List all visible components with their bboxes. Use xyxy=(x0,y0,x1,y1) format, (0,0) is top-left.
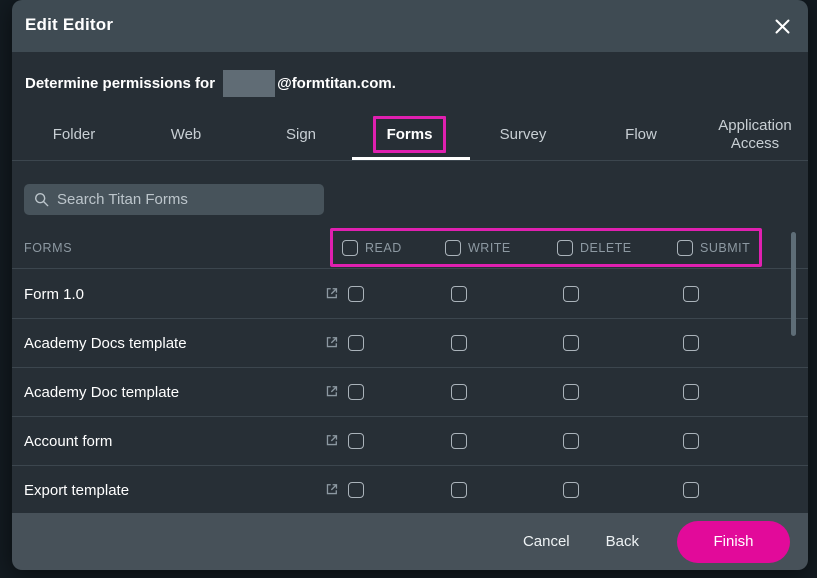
permission-header-delete[interactable]: DELETE xyxy=(557,240,632,256)
active-tab-underline xyxy=(352,157,470,160)
form-name: Export template xyxy=(24,466,129,513)
form-name: Academy Doc template xyxy=(24,368,179,417)
finish-button[interactable]: Finish xyxy=(677,521,790,563)
submit-checkbox[interactable] xyxy=(683,384,699,400)
write-checkbox[interactable] xyxy=(451,482,467,498)
form-name: Account form xyxy=(24,417,112,466)
external-link-icon[interactable] xyxy=(324,384,339,399)
write-checkbox[interactable] xyxy=(451,433,467,449)
tab-forms[interactable]: Forms xyxy=(373,116,446,153)
submit-checkbox[interactable] xyxy=(683,286,699,302)
dialog-title: Edit Editor xyxy=(25,15,113,35)
tab-sign[interactable]: Sign xyxy=(252,108,350,161)
tab-survey[interactable]: Survey xyxy=(474,108,572,161)
read-checkbox[interactable] xyxy=(348,384,364,400)
external-link-icon[interactable] xyxy=(324,335,339,350)
tab-bar: Folder Web Sign Forms Survey FlowApplication … xyxy=(12,108,808,161)
permission-header-write[interactable]: WRITE xyxy=(445,240,511,256)
table-row: Form 1.0 xyxy=(12,270,808,319)
edit-editor-dialog: Edit Editor Determine permissions for @f… xyxy=(12,0,808,570)
table-row: Academy Doc template xyxy=(12,368,808,417)
table-header-row: FORMS READ WRITE DELETE SUBMIT xyxy=(12,230,808,269)
external-link-icon[interactable] xyxy=(324,286,339,301)
tab-folder[interactable]: Folder xyxy=(25,108,123,161)
delete-checkbox[interactable] xyxy=(563,433,579,449)
search-input[interactable] xyxy=(57,191,314,208)
read-checkbox[interactable] xyxy=(348,433,364,449)
search-box[interactable] xyxy=(24,184,324,215)
dialog-titlebar: Edit Editor xyxy=(12,0,808,52)
tab-flow[interactable]: Flow xyxy=(592,108,690,161)
write-checkbox[interactable] xyxy=(451,384,467,400)
tab-web[interactable]: Web xyxy=(137,108,235,161)
table-row: Export template xyxy=(12,466,808,513)
permission-header-label: READ xyxy=(365,241,402,255)
submit-checkbox[interactable] xyxy=(683,433,699,449)
forms-column-header: FORMS xyxy=(24,241,72,255)
form-name: Form 1.0 xyxy=(24,270,84,319)
subtitle-prefix: Determine permissions for xyxy=(25,75,215,92)
permission-header-submit[interactable]: SUBMIT xyxy=(677,240,750,256)
close-icon[interactable] xyxy=(766,10,798,42)
dialog-footer: Cancel Back Finish xyxy=(12,513,808,570)
select-all-delete-checkbox[interactable] xyxy=(557,240,573,256)
read-checkbox[interactable] xyxy=(348,335,364,351)
table-row: Account form xyxy=(12,417,808,466)
back-button[interactable]: Back xyxy=(588,525,657,558)
select-all-submit-checkbox[interactable] xyxy=(677,240,693,256)
read-checkbox[interactable] xyxy=(348,482,364,498)
write-checkbox[interactable] xyxy=(451,286,467,302)
screen: Edit Editor Determine permissions for @f… xyxy=(0,0,817,578)
select-all-read-checkbox[interactable] xyxy=(342,240,358,256)
table-row: Academy Docs template xyxy=(12,319,808,368)
permission-header-label: WRITE xyxy=(468,241,511,255)
list-scrollbar-thumb[interactable] xyxy=(791,232,796,336)
forms-list: Form 1.0Academy Docs templateAcademy Doc… xyxy=(12,270,808,513)
external-link-icon[interactable] xyxy=(324,433,339,448)
permission-header-label: SUBMIT xyxy=(700,241,750,255)
tabs-divider xyxy=(12,160,808,161)
permission-header-read[interactable]: READ xyxy=(342,240,402,256)
write-checkbox[interactable] xyxy=(451,335,467,351)
delete-checkbox[interactable] xyxy=(563,482,579,498)
permission-header-label: DELETE xyxy=(580,241,632,255)
cancel-button[interactable]: Cancel xyxy=(505,525,588,558)
subtitle-suffix: @formtitan.com. xyxy=(277,75,396,92)
tab-application-access[interactable]: Application Access xyxy=(702,108,808,161)
search-icon xyxy=(34,192,49,207)
submit-checkbox[interactable] xyxy=(683,335,699,351)
delete-checkbox[interactable] xyxy=(563,384,579,400)
dialog-subtitle: Determine permissions for @formtitan.com… xyxy=(25,70,396,96)
form-name: Academy Docs template xyxy=(24,319,187,368)
select-all-write-checkbox[interactable] xyxy=(445,240,461,256)
external-link-icon[interactable] xyxy=(324,482,339,497)
read-checkbox[interactable] xyxy=(348,286,364,302)
redacted-username xyxy=(223,70,275,97)
submit-checkbox[interactable] xyxy=(683,482,699,498)
delete-checkbox[interactable] xyxy=(563,286,579,302)
delete-checkbox[interactable] xyxy=(563,335,579,351)
